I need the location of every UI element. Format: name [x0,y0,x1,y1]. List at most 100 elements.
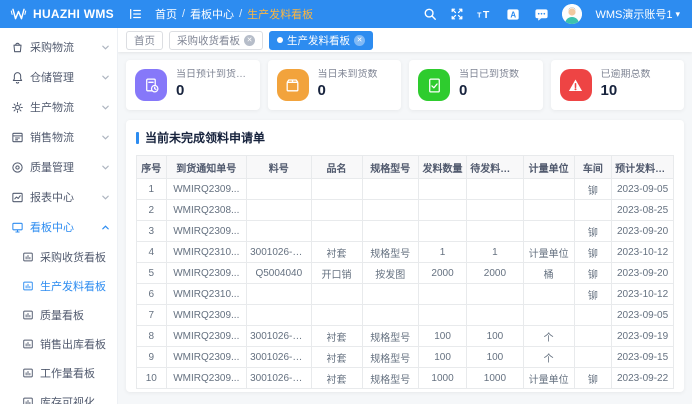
cell-issue-qty: 2000 [418,263,466,284]
sidebar-item-quality-management[interactable]: 质量管理 [0,152,117,182]
cell-pending-qty [467,305,523,326]
cell-product-name: 衬套 [311,368,362,389]
purchase-icon [11,41,24,54]
sidebar-item-quality-board[interactable]: 质量看板 [0,300,117,329]
stat-label: 当日已到货数 [459,69,519,82]
board-icon [22,367,34,379]
sidebar-item-sales-logistics[interactable]: 销售物流 [0,122,117,152]
breadcrumb-item[interactable]: 看板中心 [190,6,234,22]
cell-product-name [311,179,362,200]
cell-spec: 规格型号 [362,347,418,368]
cell-pending-qty: 100 [467,326,523,347]
cell-material-no [247,200,311,221]
cell-product-name: 开口销 [311,263,362,284]
table-row: 2WMIRQ2308...2023-08-25 [137,200,674,221]
cell-unit: 个 [523,326,574,347]
sidebar-item-warehouse-management[interactable]: 仓储管理 [0,62,117,92]
chevron-down-icon [101,73,110,82]
tab-home[interactable]: 首页 [126,31,163,50]
cell-index: 1 [137,179,167,200]
cell-workshop [574,200,612,221]
breadcrumb-item[interactable]: 首页 [155,6,177,22]
column-header-material-no: 料号 [247,156,311,179]
stat-card-not-arrived-today: 当日未到货数0 [268,60,402,110]
sidebar-item-purchase-logistics[interactable]: 采购物流 [0,32,117,62]
header-actions: TT A WMS演示账号1 ▾ [423,4,680,24]
cell-workshop: 铆 [574,242,612,263]
table-row: 5WMIRQ2309...Q5004040开口销按发图20002000桶铆202… [137,263,674,284]
table-row: 7WMIRQ2309...2023-09-05 [137,305,674,326]
message-icon[interactable] [534,7,549,22]
font-size-icon[interactable]: TT [477,7,493,21]
cell-notice-no: WMIRQ2309... [166,347,247,368]
search-icon[interactable] [423,7,437,21]
cell-pending-qty: 1000 [467,368,523,389]
tab-purchase-receipt-board[interactable]: 采购收货看板✕ [169,31,263,50]
dashboard-icon [11,221,24,234]
cell-product-name [311,305,362,326]
app-logo: HUAZHI WMS [0,0,118,28]
stat-value: 10 [601,82,651,101]
column-header-notice-no: 到货通知单号 [166,156,247,179]
cell-pending-qty [467,179,523,200]
cell-material-no [247,179,311,200]
sidebar-collapse-icon[interactable] [128,7,143,21]
cell-index: 4 [137,242,167,263]
fullscreen-icon[interactable] [450,7,464,21]
user-menu[interactable]: WMS演示账号1 ▾ [595,6,680,22]
cell-spec [362,221,418,242]
cell-workshop: 铆 [574,221,612,242]
cell-issue-qty [418,305,466,326]
stat-card-arrived-today: 当日已到货数0 [409,60,543,110]
table-row: 10WMIRQ2309...3001026-Q3...衬套规格型号1000100… [137,368,674,389]
sidebar-item-label: 库存可视化看板 [40,394,110,404]
stat-card-expected-arrivals-today: 当日预计到货总数0 [126,60,260,110]
warehouse-icon [11,71,24,84]
board-icon [22,309,34,321]
cell-planned-date: 2023-09-05 [612,305,674,326]
cell-spec: 规格型号 [362,326,418,347]
app-root: HUAZHI WMS 首页/看板中心/生产发料看板 TT A [0,0,692,404]
table-row: 8WMIRQ2309...3001026-Q3...衬套规格型号100100个2… [137,326,674,347]
table-row: 9WMIRQ2309...3001026-Q3...衬套规格型号100100个2… [137,347,674,368]
cell-workshop: 铆 [574,179,612,200]
cell-notice-no: WMIRQ2309... [166,326,247,347]
sidebar: 采购物流仓储管理生产物流销售物流质量管理报表中心看板中心采购收货看板生产发料看板… [0,28,118,404]
column-header-issue-qty: 发料数量 [418,156,466,179]
cell-issue-qty [418,284,466,305]
sidebar-item-production-issue-board[interactable]: 生产发料看板 [0,271,117,300]
sidebar-item-label: 看板中心 [30,219,74,235]
cell-workshop [574,326,612,347]
tab-production-issue-board[interactable]: 生产发料看板✕ [269,31,373,50]
sidebar-item-report-center[interactable]: 报表中心 [0,182,117,212]
sidebar-item-board-center[interactable]: 看板中心 [0,212,117,242]
sidebar-item-inventory-visual-board[interactable]: 库存可视化看板 [0,387,117,404]
sidebar-item-production-logistics[interactable]: 生产物流 [0,92,117,122]
cell-issue-qty: 100 [418,326,466,347]
cell-unit: 个 [523,347,574,368]
sidebar-item-purchase-receipt-board[interactable]: 采购收货看板 [0,242,117,271]
sidebar-item-sales-outbound-board[interactable]: 销售出库看板 [0,329,117,358]
table-header-row: 序号到货通知单号料号品名规格型号发料数量待发料数量计量单位车间预计发料日期 [137,156,674,179]
sidebar-item-label: 工作量看板 [40,365,95,381]
logo-icon [10,7,27,21]
language-icon[interactable]: A [506,7,521,22]
stat-meta: 已逾期总数10 [601,69,651,100]
cell-notice-no: WMIRQ2309... [166,263,247,284]
cell-planned-date: 2023-09-15 [612,347,674,368]
breadcrumb: 首页/看板中心/生产发料看板 [155,6,313,22]
close-tab-icon[interactable]: ✕ [244,35,255,46]
sidebar-item-workload-board[interactable]: 工作量看板 [0,358,117,387]
cell-planned-date: 2023-08-25 [612,200,674,221]
user-avatar[interactable] [562,4,582,24]
sidebar-item-label: 采购物流 [30,39,74,55]
board-icon [22,251,34,263]
cell-pending-qty: 2000 [467,263,523,284]
close-tab-icon[interactable]: ✕ [354,35,365,46]
breadcrumb-item[interactable]: 生产发料看板 [247,6,313,22]
table-row: 4WMIRQ2310...3001026-Q3...衬套规格型号11计量单位铆2… [137,242,674,263]
sales-icon [11,131,24,144]
sidebar-item-label: 生产发料看板 [40,278,106,294]
panel-title: 当前未完成领料申请单 [136,129,674,146]
active-tab-dot [277,37,283,43]
